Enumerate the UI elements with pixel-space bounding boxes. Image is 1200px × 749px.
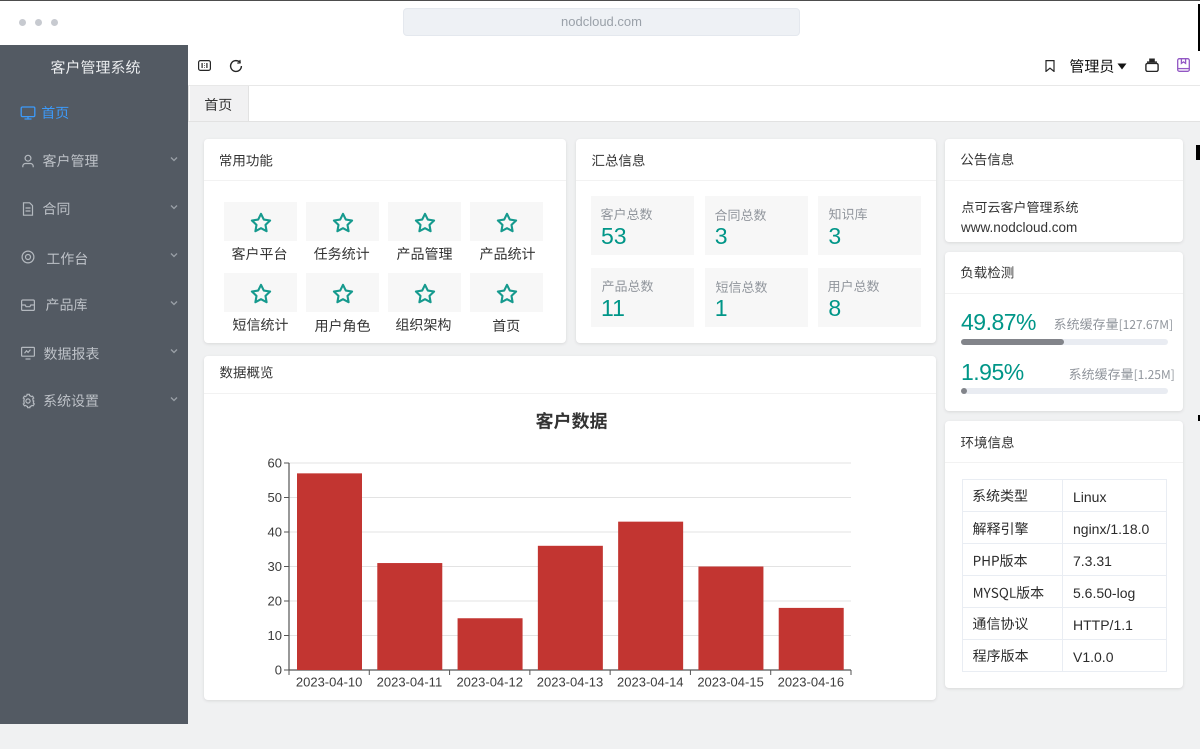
svg-text:20: 20 <box>268 594 282 609</box>
svg-text:2023-04-10: 2023-04-10 <box>296 675 363 690</box>
svg-text:10: 10 <box>268 628 282 643</box>
svg-text:30: 30 <box>268 559 282 574</box>
svg-text:2023-04-15: 2023-04-15 <box>697 675 764 690</box>
svg-text:0: 0 <box>275 663 282 678</box>
svg-text:50: 50 <box>268 490 282 505</box>
svg-text:2023-04-16: 2023-04-16 <box>778 675 845 690</box>
svg-text:2023-04-13: 2023-04-13 <box>537 675 604 690</box>
svg-text:2023-04-14: 2023-04-14 <box>617 675 684 690</box>
svg-text:60: 60 <box>268 456 282 471</box>
svg-text:2023-04-11: 2023-04-11 <box>377 675 443 690</box>
svg-text:2023-04-12: 2023-04-12 <box>456 675 523 690</box>
svg-text:40: 40 <box>268 525 282 540</box>
